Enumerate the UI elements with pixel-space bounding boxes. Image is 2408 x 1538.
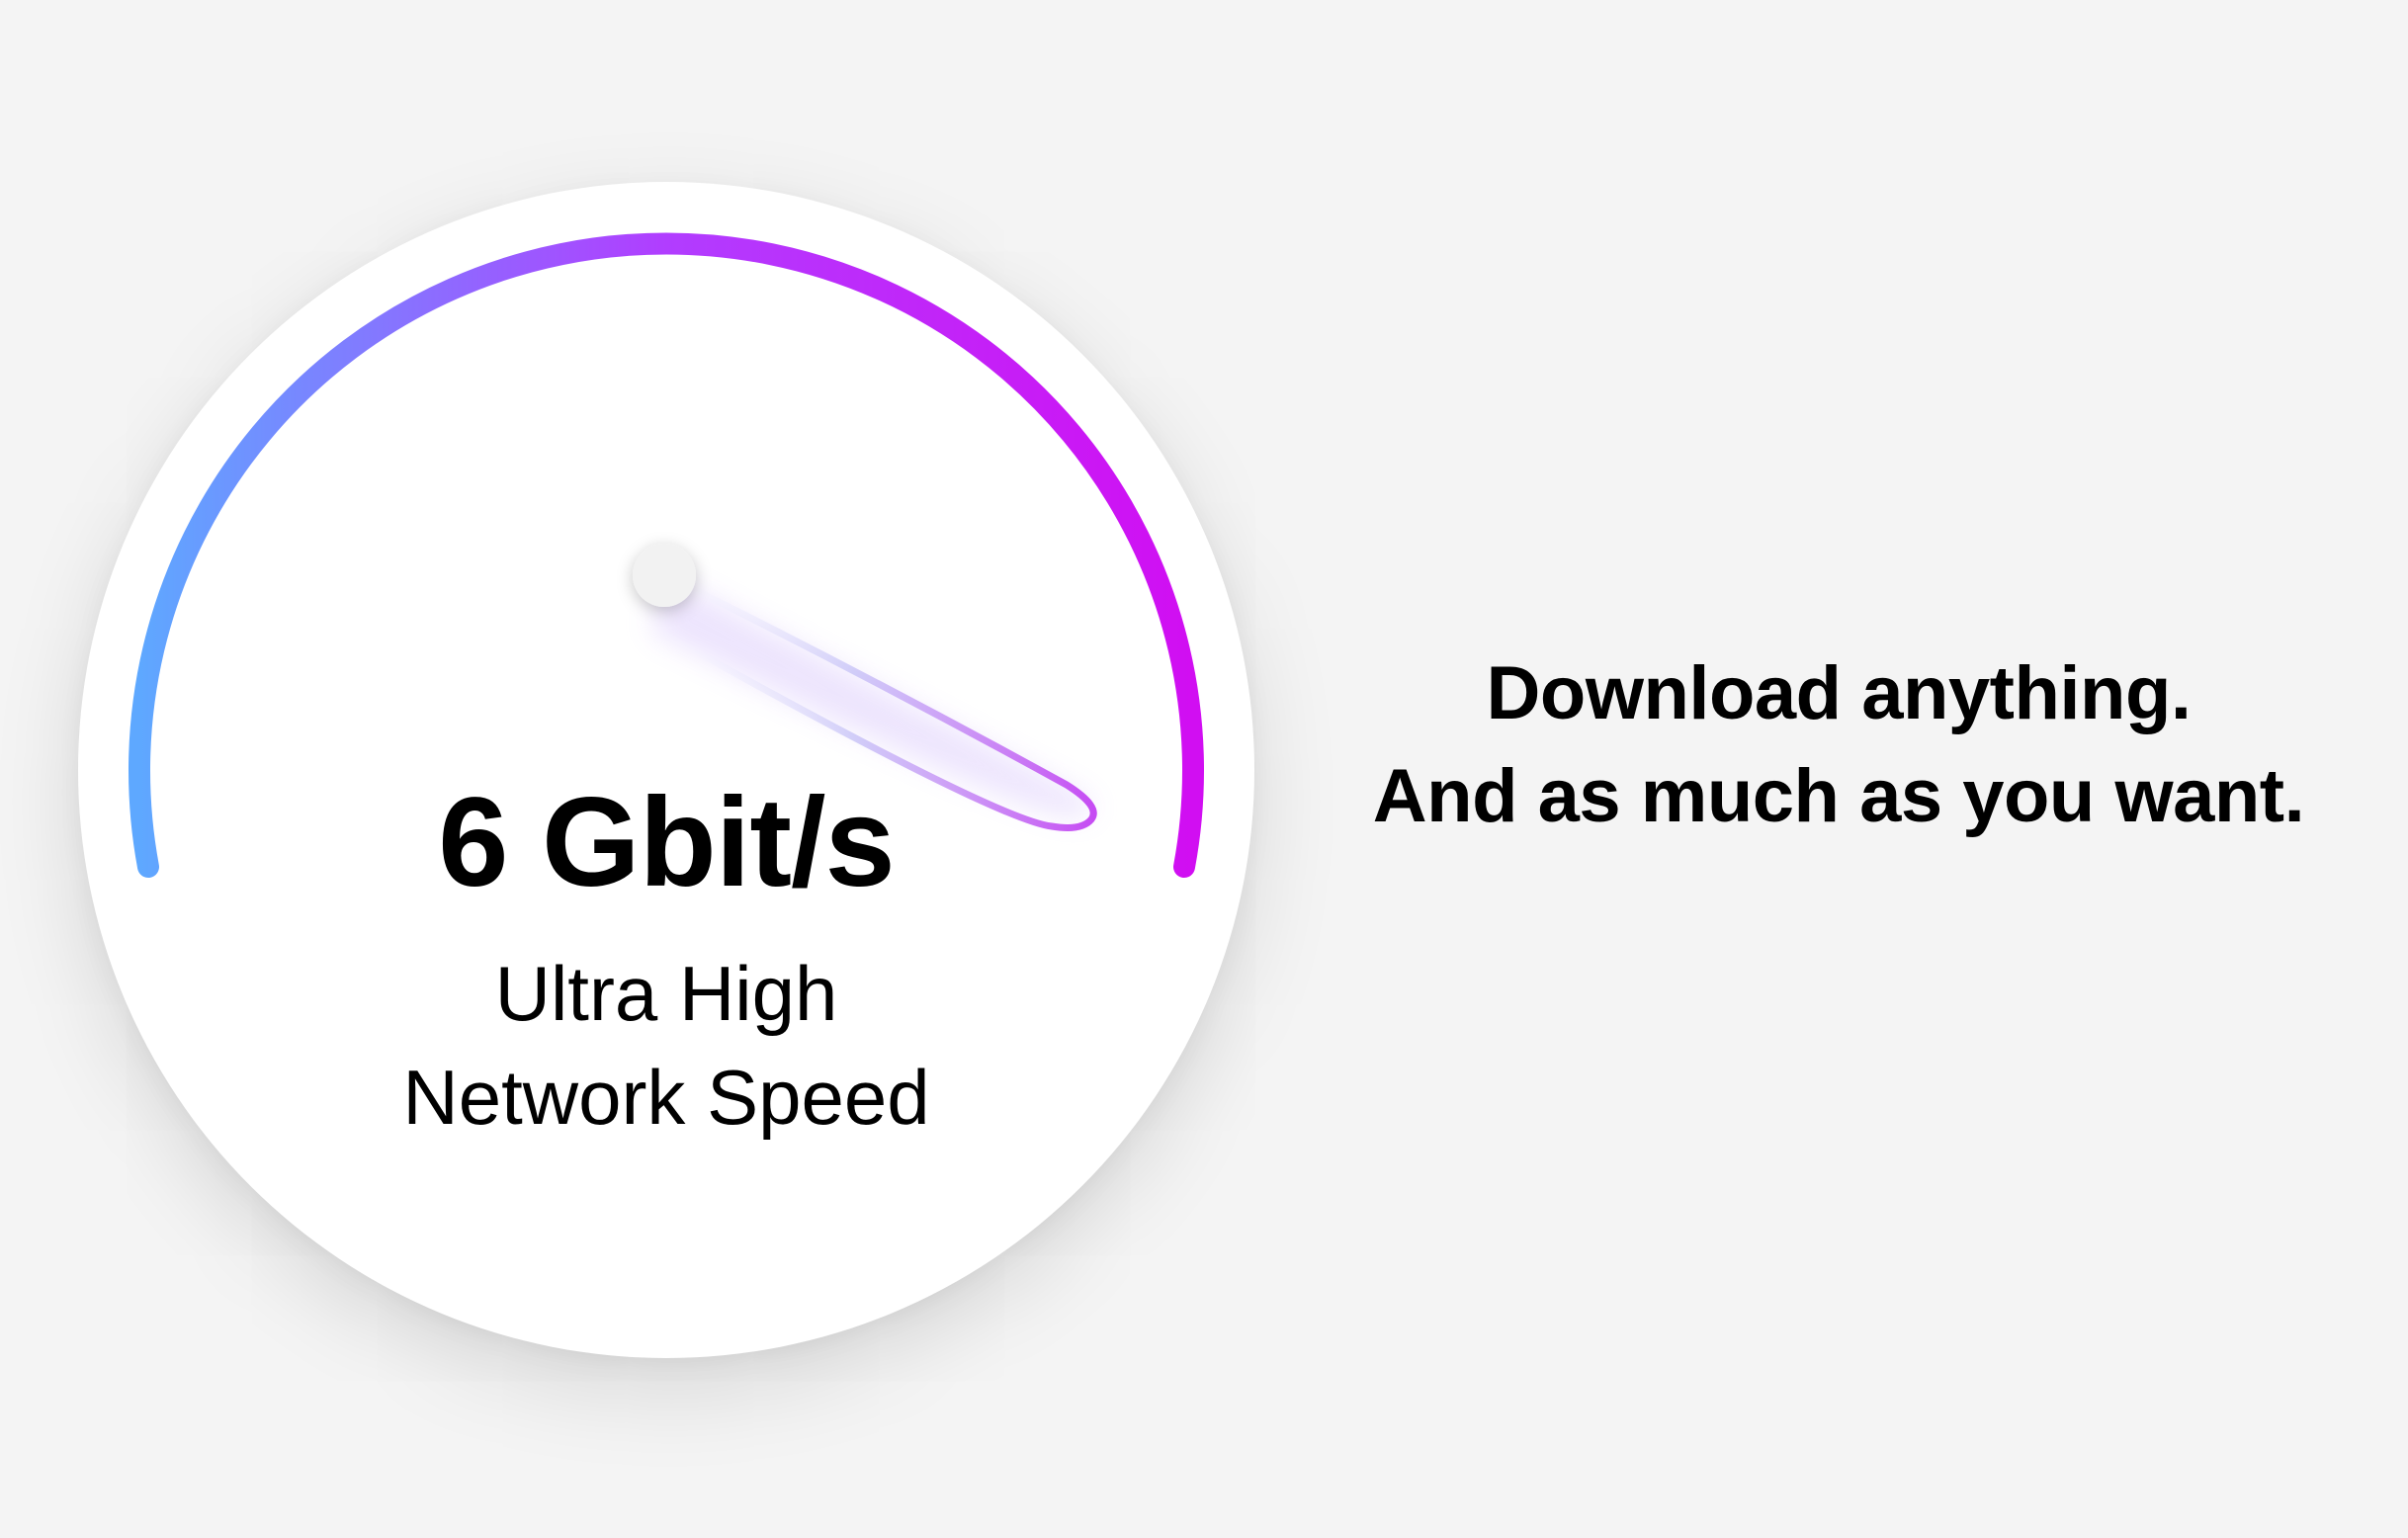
tagline-line1: Download anything. <box>1486 651 2192 735</box>
needle-hub <box>633 544 696 607</box>
speed-value: 6 Gbit/s <box>438 772 895 913</box>
speed-caption-line1: Ultra High <box>494 950 838 1037</box>
speed-gauge: 6 Gbit/s Ultra High Network Speed <box>78 182 1254 1358</box>
speed-caption-line2: Network Speed <box>402 1054 930 1141</box>
tagline-line2: And as much as you want. <box>1372 754 2305 838</box>
gauge-graphic <box>129 232 1204 878</box>
